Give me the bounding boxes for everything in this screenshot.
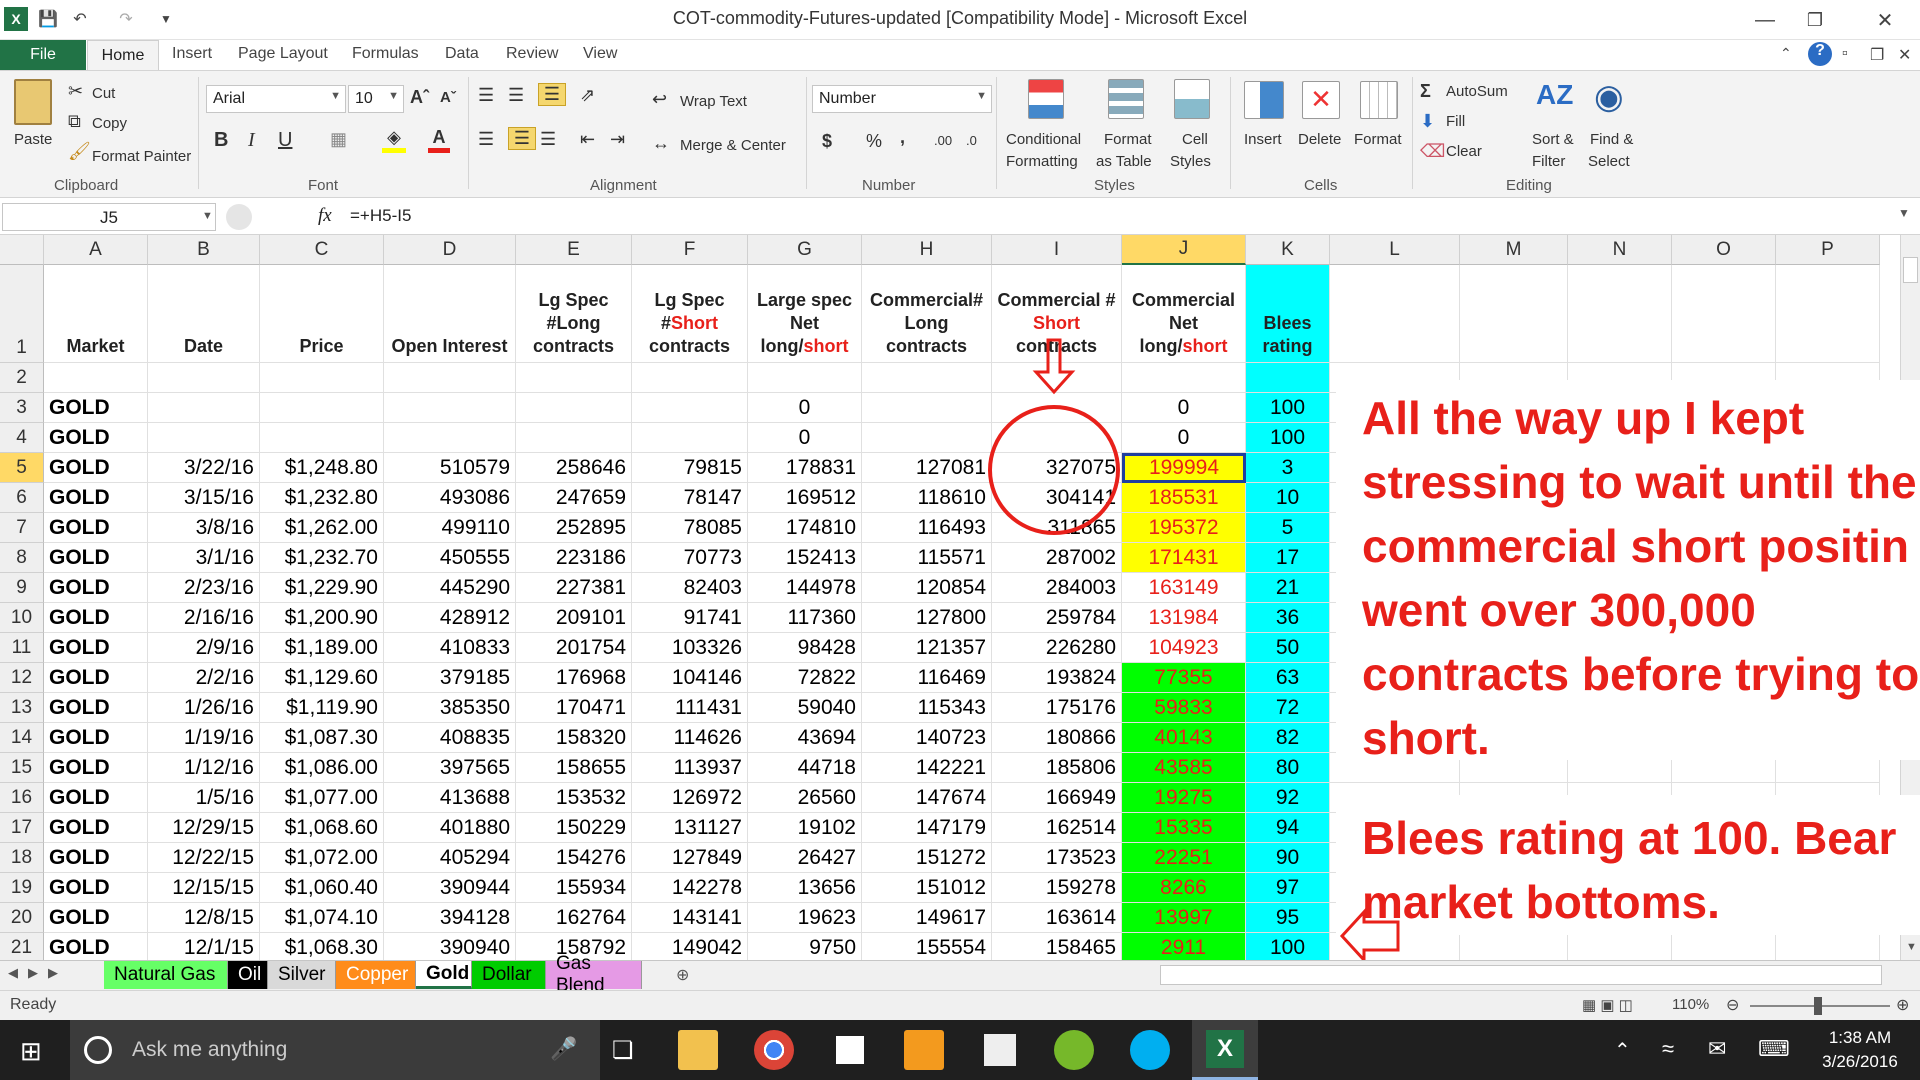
excel-window: X 💾 ↶ ↷ ▼ COT-commodity-Futures-updated … (0, 0, 1920, 1080)
sheet-tab-dollar[interactable]: Dollar (472, 961, 546, 989)
view-buttons-icon[interactable]: ▦ ▣ ◫ (1582, 996, 1633, 1014)
skype-icon[interactable] (1130, 1030, 1170, 1070)
chrome-icon[interactable] (754, 1030, 794, 1070)
excel-icon: X (1206, 1030, 1244, 1068)
task-view-icon[interactable]: ❏ (612, 1036, 634, 1065)
utorrent-icon[interactable] (1054, 1030, 1094, 1070)
annotation-circle (988, 405, 1120, 535)
status-ready: Ready (10, 996, 57, 1013)
store-icon[interactable] (830, 1030, 870, 1070)
new-sheet-icon[interactable]: ⊕ (676, 965, 689, 985)
outlook-icon[interactable] (904, 1030, 944, 1070)
zoom-in-icon[interactable]: ⊕ (1896, 995, 1909, 1015)
windows-taskbar: ⊞ Ask me anything 🎤 ❏ X ⌃ ≈ ✉ ⌨ 1:38 AM … (0, 1020, 1920, 1080)
cortana-icon (84, 1036, 112, 1064)
sheet-tab-oil[interactable]: Oil (228, 961, 268, 989)
sheet-tab-gold[interactable]: Gold (416, 961, 472, 989)
sheet-tab-copper[interactable]: Copper (336, 961, 416, 989)
excel-taskbar-button[interactable]: X (1192, 1020, 1258, 1080)
sheet-tab-silver[interactable]: Silver (268, 961, 336, 989)
windows-start-icon[interactable]: ⊞ (20, 1036, 42, 1067)
sheet-tab-gas-blend[interactable]: Gas Blend (546, 953, 642, 996)
action-center-icon[interactable]: ✉ (1708, 1036, 1726, 1062)
down-arrow-icon (1032, 338, 1076, 395)
left-arrow-icon (1339, 908, 1400, 964)
annotation-shapes (988, 338, 1400, 964)
clock-time: 1:38 AM (1828, 1028, 1892, 1047)
zoom-out-icon[interactable]: ⊖ (1726, 995, 1739, 1015)
cortana-search-box[interactable]: Ask me anything 🎤 (70, 1020, 600, 1080)
clock-date: 3/26/2016 (1822, 1052, 1898, 1071)
calculator-icon[interactable] (980, 1030, 1020, 1070)
zoom-slider-thumb[interactable] (1814, 997, 1822, 1015)
microphone-icon[interactable]: 🎤 (550, 1036, 577, 1062)
sheet-nav-arrows-icon[interactable]: ◀▶▶ (8, 965, 68, 981)
status-bar: Ready ▦ ▣ ◫ 110% ⊖ ⊕ (0, 990, 1920, 1020)
wifi-icon[interactable]: ≈ (1662, 1036, 1674, 1062)
show-hidden-icons-icon[interactable]: ⌃ (1614, 1038, 1631, 1063)
sheet-tab-bar: ◀▶▶ Natural Gas Oil Silver Copper Gold Dollar… (0, 953, 1920, 996)
zoom-level[interactable]: 110% (1672, 996, 1709, 1013)
horizontal-scrollbar[interactable] (1160, 965, 1882, 985)
file-explorer-icon[interactable] (678, 1030, 718, 1070)
search-placeholder: Ask me anything (132, 1038, 288, 1061)
keyboard-icon[interactable]: ⌨ (1758, 1036, 1790, 1062)
sheet-tab-natural-gas[interactable]: Natural Gas (104, 961, 228, 989)
